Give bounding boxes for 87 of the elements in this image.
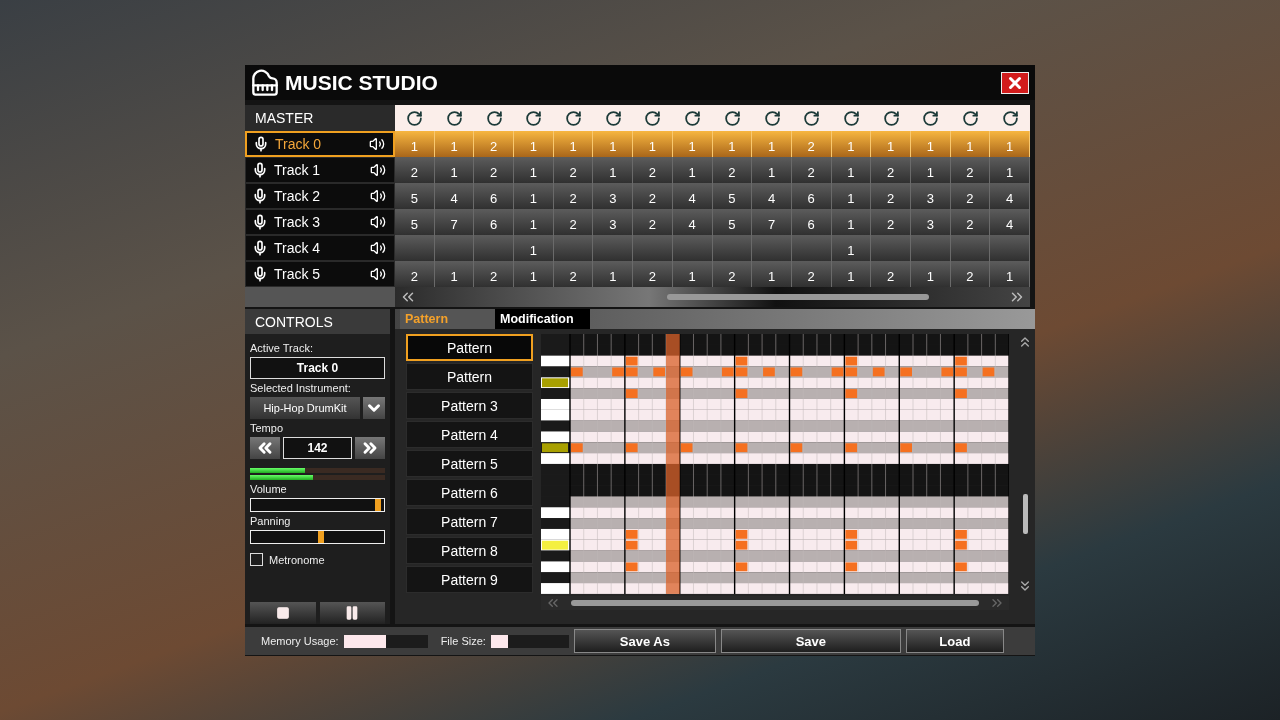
track-header[interactable]: Track 2: [245, 183, 395, 209]
panning-label: Panning: [250, 515, 292, 527]
pattern-button[interactable]: Pattern 5: [406, 450, 533, 477]
pattern-button[interactable]: Pattern: [406, 334, 533, 361]
microphone-icon: [252, 214, 268, 230]
track-header[interactable]: Track 4: [245, 235, 395, 261]
track-header[interactable]: Track 5: [245, 261, 395, 287]
instrument-dropdown[interactable]: Hip-Hop DrumKit: [250, 397, 360, 419]
track-name: Track 0: [275, 136, 323, 152]
speaker-icon[interactable]: [370, 240, 386, 256]
action-button[interactable]: Save: [720, 629, 901, 653]
track-name: Track 3: [274, 214, 322, 230]
pattern-button[interactable]: Pattern 6: [406, 479, 533, 506]
track-header[interactable]: Track 1: [245, 157, 395, 183]
action-button[interactable]: Save As: [573, 629, 716, 653]
pattern-button[interactable]: Pattern 9: [406, 566, 533, 593]
metronome-checkbox[interactable]: [250, 553, 263, 566]
pattern-button[interactable]: Pattern 4: [406, 421, 533, 448]
window-title: MUSIC STUDIO: [285, 70, 439, 95]
speaker-icon[interactable]: [370, 162, 386, 178]
loop-icon: [763, 109, 781, 127]
memory-usage-label: Memory Usage:: [261, 635, 339, 647]
metronome-label: Metronome: [269, 553, 325, 566]
stop-icon: [275, 606, 290, 620]
microphone-icon: [252, 266, 268, 282]
pattern-button[interactable]: Pattern 7: [406, 508, 533, 535]
loop-icon: [446, 109, 464, 127]
slider-thumb[interactable]: [375, 499, 382, 511]
tempo-down-button[interactable]: [250, 437, 280, 459]
dropdown-button[interactable]: [363, 397, 385, 419]
microphone-icon: [253, 136, 269, 152]
track-name: Track 1: [274, 162, 322, 178]
speaker-icon[interactable]: [369, 136, 385, 152]
file-size-label: File Size:: [440, 635, 486, 647]
loop-icon: [485, 109, 503, 127]
loop-icon: [644, 109, 662, 127]
action-button[interactable]: Load: [905, 629, 1004, 653]
pattern-button[interactable]: Pattern 3: [406, 392, 533, 419]
stop-button[interactable]: [250, 602, 316, 624]
microphone-icon: [252, 188, 268, 204]
track-name: Track 4: [274, 240, 322, 256]
master-label: MASTER: [245, 105, 395, 131]
piano-keys-icon: [251, 68, 279, 97]
loop-icon: [406, 109, 424, 127]
loop-icon: [961, 109, 979, 127]
loop-icon: [1001, 109, 1019, 127]
track-header[interactable]: Track 3: [245, 209, 395, 235]
editor-tab[interactable]: Pattern: [400, 309, 495, 329]
scroll-thumb[interactable]: [1022, 494, 1028, 534]
close-button[interactable]: [1001, 71, 1029, 94]
volume-label: Volume: [250, 483, 288, 495]
loop-icon: [565, 109, 583, 127]
editor-tab[interactable]: Modification: [495, 309, 590, 329]
track-header[interactable]: Track 0: [245, 131, 395, 157]
loop-icon: [723, 109, 741, 127]
roll-horizontal-scrollbar[interactable]: [541, 595, 1010, 610]
piano-roll-drawing[interactable]: [541, 334, 1010, 594]
speaker-icon[interactable]: [370, 214, 386, 230]
active-track-field: Track 0: [250, 357, 385, 379]
track-name: Track 5: [274, 266, 322, 282]
loop-icon: [922, 109, 940, 127]
instrument-label: Selected Instrument:: [250, 382, 352, 394]
loop-icon: [842, 109, 860, 127]
active-track-label: Active Track:: [250, 342, 314, 354]
pause-button[interactable]: [319, 602, 385, 624]
loop-icon: [684, 109, 702, 127]
horizontal-scrollbar[interactable]: [395, 287, 1030, 307]
loop-icon: [803, 109, 821, 127]
speaker-icon[interactable]: [370, 266, 386, 282]
controls-title: CONTROLS: [245, 309, 390, 334]
microphone-icon: [252, 240, 268, 256]
tempo-up-button[interactable]: [355, 437, 385, 459]
scroll-thumb[interactable]: [666, 294, 930, 300]
tempo-label: Tempo: [250, 422, 285, 434]
pattern-button[interactable]: Pattern: [406, 363, 533, 390]
track-name: Track 2: [274, 188, 322, 204]
loop-icon: [525, 109, 543, 127]
microphone-icon: [252, 162, 268, 178]
scroll-thumb[interactable]: [571, 599, 980, 606]
volume-slider[interactable]: [250, 498, 385, 512]
slider-thumb[interactable]: [318, 531, 325, 543]
pattern-button[interactable]: Pattern 8: [406, 537, 533, 564]
panning-slider[interactable]: [250, 530, 385, 544]
tempo-field[interactable]: 142: [283, 437, 352, 459]
loop-icon: [604, 109, 622, 127]
speaker-icon[interactable]: [370, 188, 386, 204]
loop-icon: [882, 109, 900, 127]
